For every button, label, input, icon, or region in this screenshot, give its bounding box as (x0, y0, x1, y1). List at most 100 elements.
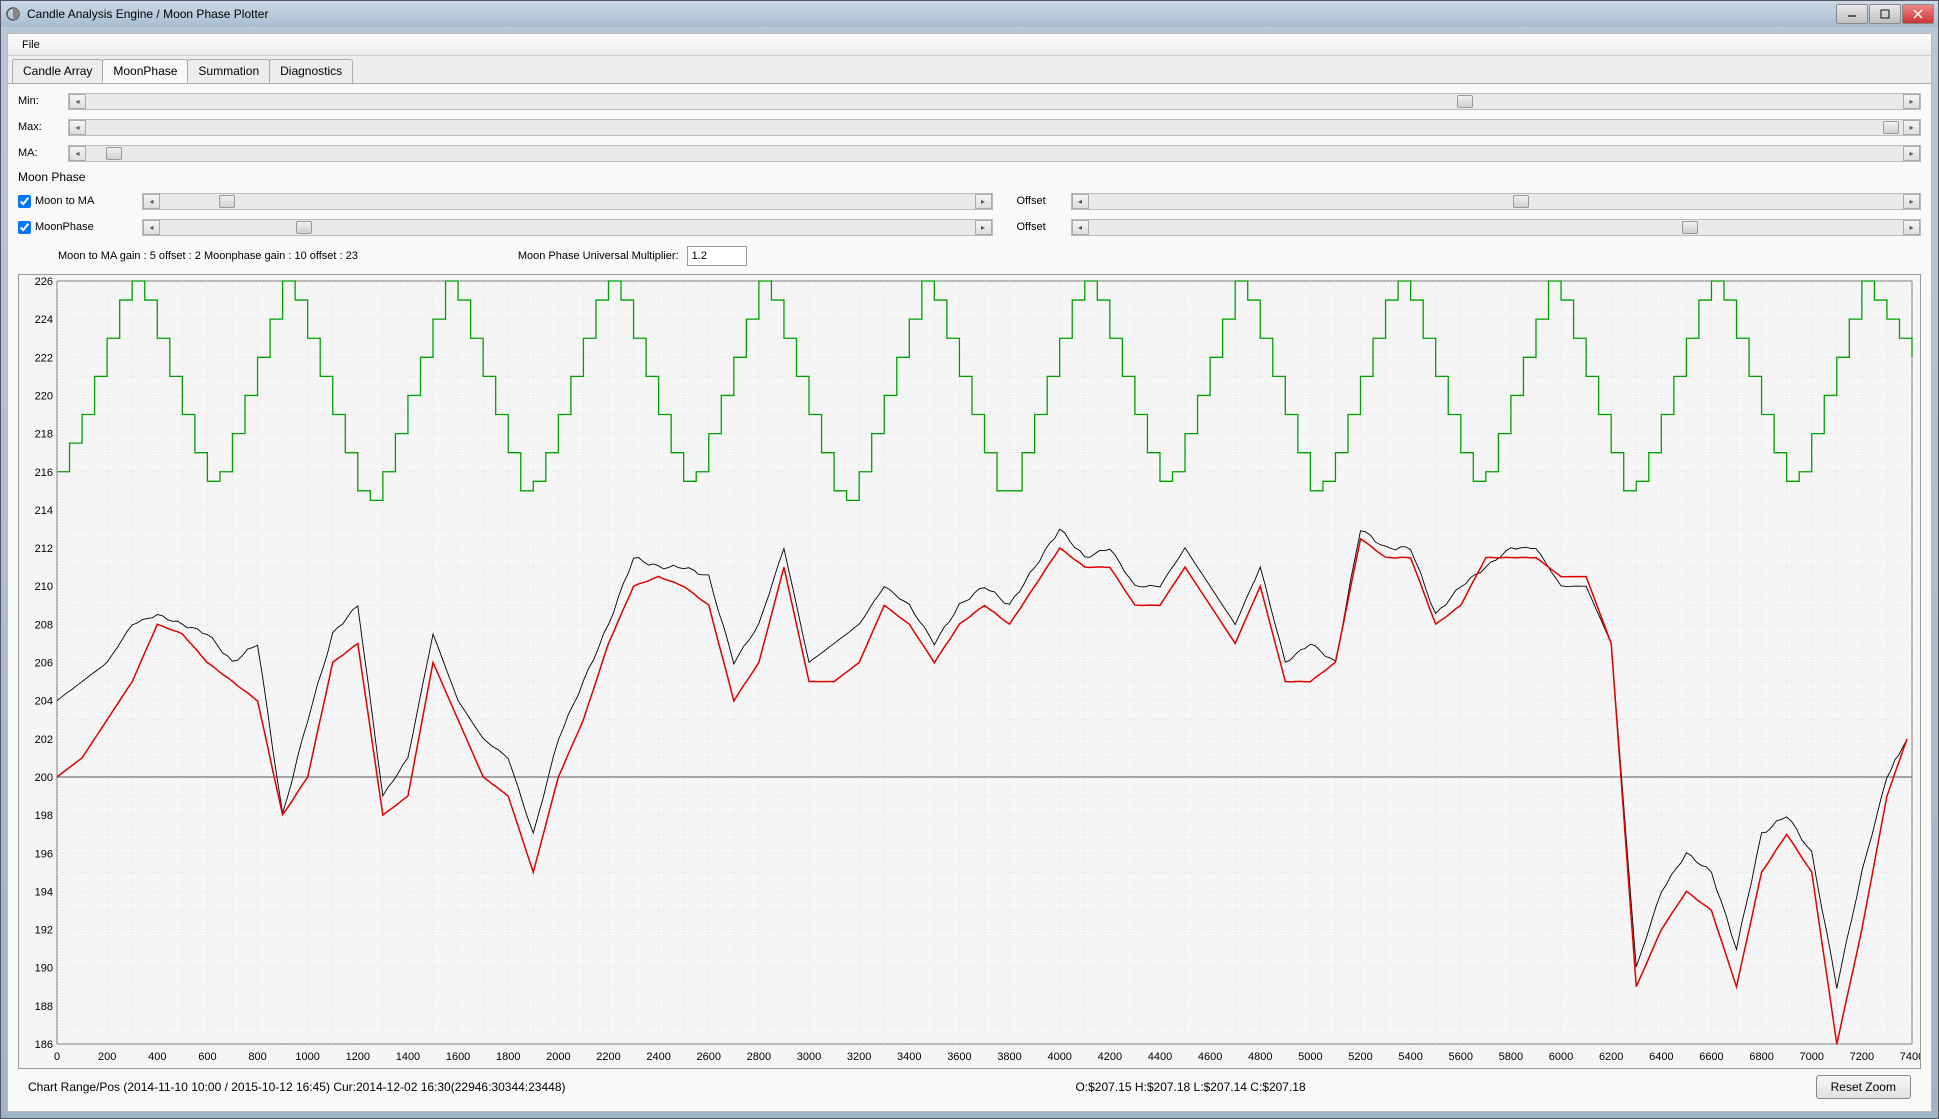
app-icon (5, 6, 21, 22)
max-label: Max: (18, 121, 68, 133)
slider-right-arrow[interactable]: ▸ (1903, 220, 1920, 235)
svg-text:5400: 5400 (1398, 1051, 1422, 1063)
svg-text:1800: 1800 (496, 1051, 520, 1063)
svg-text:192: 192 (35, 925, 53, 937)
min-thumb[interactable] (1457, 95, 1473, 108)
menu-file[interactable]: File (14, 37, 48, 53)
gain-text: Moon to MA gain : 5 offset : 2 Moonphase… (58, 250, 358, 262)
tab-strip: Candle Array MoonPhase Summation Diagnos… (8, 56, 1931, 83)
slider-right-arrow[interactable]: ▸ (975, 220, 992, 235)
svg-text:214: 214 (35, 505, 53, 517)
slider-right-arrow[interactable]: ▸ (1903, 194, 1920, 209)
svg-text:6200: 6200 (1599, 1051, 1623, 1063)
slider-left-arrow[interactable]: ◂ (143, 220, 160, 235)
svg-text:6800: 6800 (1749, 1051, 1773, 1063)
svg-text:226: 226 (35, 276, 53, 288)
slider-left-arrow[interactable]: ◂ (69, 120, 86, 135)
svg-text:4800: 4800 (1248, 1051, 1272, 1063)
window-title: Candle Analysis Engine / Moon Phase Plot… (27, 7, 1835, 21)
svg-text:400: 400 (148, 1051, 166, 1063)
moonphase-label: MoonPhase (35, 221, 94, 233)
svg-text:6400: 6400 (1649, 1051, 1673, 1063)
moon-to-ma-checkbox[interactable] (18, 195, 31, 208)
moonphase-section-header: Moon Phase (18, 170, 1921, 184)
svg-text:190: 190 (35, 963, 53, 975)
svg-text:6000: 6000 (1549, 1051, 1573, 1063)
svg-text:5200: 5200 (1348, 1051, 1372, 1063)
tab-summation[interactable]: Summation (187, 59, 270, 83)
svg-text:206: 206 (35, 658, 53, 670)
slider-left-arrow[interactable]: ◂ (143, 194, 160, 209)
slider-right-arrow[interactable]: ▸ (1903, 120, 1920, 135)
close-button[interactable] (1902, 4, 1934, 24)
slider-left-arrow[interactable]: ◂ (1072, 194, 1089, 209)
slider-right-arrow[interactable]: ▸ (1903, 94, 1920, 109)
multiplier-input[interactable] (687, 246, 747, 266)
svg-text:2200: 2200 (596, 1051, 620, 1063)
minimize-button[interactable] (1836, 4, 1868, 24)
svg-text:4200: 4200 (1098, 1051, 1122, 1063)
slider-right-arrow[interactable]: ▸ (975, 194, 992, 209)
svg-text:3800: 3800 (997, 1051, 1021, 1063)
offset-label-1: Offset (1017, 195, 1067, 207)
svg-text:0: 0 (54, 1051, 60, 1063)
moon-to-ma-label: Moon to MA (35, 195, 94, 207)
svg-text:2600: 2600 (697, 1051, 721, 1063)
svg-text:1200: 1200 (346, 1051, 370, 1063)
moonphase-offset-slider[interactable]: ◂ ▸ (1071, 219, 1922, 236)
svg-text:200: 200 (35, 772, 53, 784)
svg-text:7200: 7200 (1850, 1051, 1874, 1063)
max-slider[interactable]: ◂ ▸ (68, 119, 1921, 136)
svg-text:4000: 4000 (1047, 1051, 1071, 1063)
maximize-button[interactable] (1869, 4, 1901, 24)
svg-text:212: 212 (35, 543, 53, 555)
moon-to-ma-slider[interactable]: ◂ ▸ (142, 193, 993, 210)
chart-area[interactable]: 1861881901921941961982002022042062082102… (18, 274, 1921, 1069)
slider-right-arrow[interactable]: ▸ (1903, 146, 1920, 161)
svg-text:5800: 5800 (1499, 1051, 1523, 1063)
titlebar: Candle Analysis Engine / Moon Phase Plot… (1, 1, 1938, 27)
moonphase-checkbox[interactable] (18, 221, 31, 234)
svg-text:204: 204 (35, 696, 53, 708)
tab-moonphase[interactable]: MoonPhase (102, 59, 188, 83)
tab-diagnostics[interactable]: Diagnostics (269, 59, 353, 83)
svg-text:1600: 1600 (446, 1051, 470, 1063)
svg-text:196: 196 (35, 848, 53, 860)
svg-text:2000: 2000 (546, 1051, 570, 1063)
svg-text:198: 198 (35, 810, 53, 822)
moon-to-ma-offset-thumb[interactable] (1513, 195, 1529, 208)
moon-to-ma-offset-slider[interactable]: ◂ ▸ (1071, 193, 1922, 210)
min-slider[interactable]: ◂ ▸ (68, 93, 1921, 110)
moon-to-ma-thumb[interactable] (219, 195, 235, 208)
svg-text:4600: 4600 (1198, 1051, 1222, 1063)
ma-slider[interactable]: ◂ ▸ (68, 145, 1921, 162)
svg-text:220: 220 (35, 390, 53, 402)
ma-thumb[interactable] (106, 147, 122, 160)
svg-text:210: 210 (35, 581, 53, 593)
svg-text:1000: 1000 (295, 1051, 319, 1063)
offset-label-2: Offset (1017, 221, 1067, 233)
svg-text:5000: 5000 (1298, 1051, 1322, 1063)
svg-text:194: 194 (35, 886, 53, 898)
svg-text:7400: 7400 (1900, 1051, 1920, 1063)
svg-text:202: 202 (35, 734, 53, 746)
svg-text:188: 188 (35, 1001, 53, 1013)
menubar: File (8, 34, 1931, 56)
moonphase-slider[interactable]: ◂ ▸ (142, 219, 993, 236)
slider-left-arrow[interactable]: ◂ (69, 146, 86, 161)
svg-text:208: 208 (35, 619, 53, 631)
svg-text:2800: 2800 (747, 1051, 771, 1063)
moonphase-thumb[interactable] (296, 221, 312, 234)
moonphase-offset-thumb[interactable] (1682, 221, 1698, 234)
svg-text:216: 216 (35, 467, 53, 479)
svg-text:1400: 1400 (396, 1051, 420, 1063)
slider-left-arrow[interactable]: ◂ (1072, 220, 1089, 235)
max-thumb[interactable] (1883, 121, 1899, 134)
slider-left-arrow[interactable]: ◂ (69, 94, 86, 109)
tab-candle-array[interactable]: Candle Array (12, 59, 103, 83)
svg-text:218: 218 (35, 429, 53, 441)
svg-text:600: 600 (198, 1051, 216, 1063)
reset-zoom-button[interactable]: Reset Zoom (1816, 1075, 1911, 1099)
svg-text:3200: 3200 (847, 1051, 871, 1063)
svg-text:6600: 6600 (1699, 1051, 1723, 1063)
